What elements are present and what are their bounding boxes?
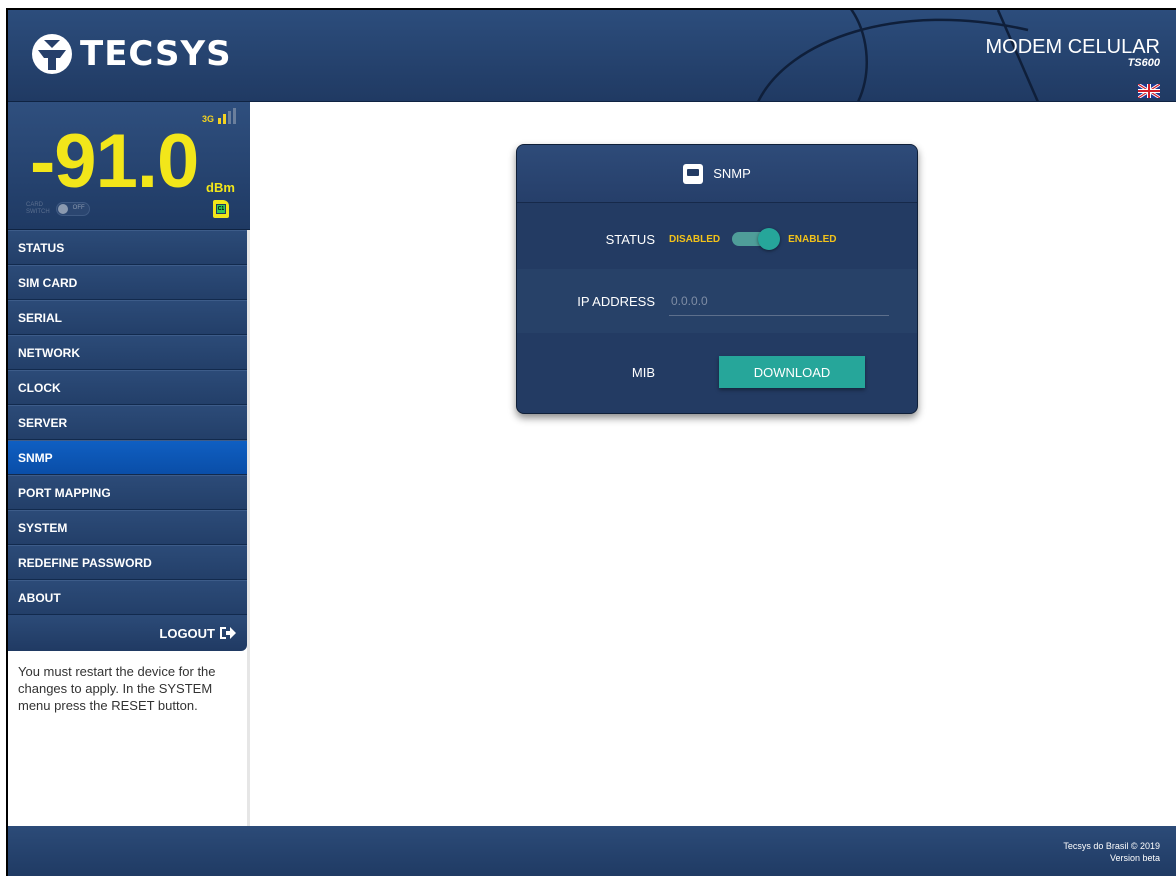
sidebar-item-redefine-password[interactable]: REDEFINE PASSWORD — [8, 545, 247, 580]
sidebar-item-system[interactable]: SYSTEM — [8, 510, 247, 545]
signal-bar — [233, 108, 236, 124]
footer: Tecsys do Brasil © 2019 Version beta — [8, 826, 1176, 876]
sidebar-item-clock[interactable]: CLOCK — [8, 370, 247, 405]
logo: TECSYS — [30, 32, 232, 76]
sidebar-item-network[interactable]: NETWORK — [8, 335, 247, 370]
footer-text: Tecsys do Brasil © 2019 Version beta — [1063, 840, 1160, 864]
sidebar-item-serial[interactable]: SERIAL — [8, 300, 247, 335]
sim-chip: C1 — [216, 204, 226, 214]
signal-bar — [228, 111, 231, 124]
network-signal-icon: 3G — [202, 108, 236, 124]
header: TECSYS MODEM CELULAR TS600 — [8, 10, 1176, 102]
enabled-label: ENABLED — [788, 233, 837, 245]
signal-bar — [218, 118, 221, 124]
status-row: STATUS DISABLED ENABLED — [517, 211, 917, 267]
app-frame: TECSYS MODEM CELULAR TS600 3G -91.0 dBm … — [6, 8, 1176, 876]
logout-button[interactable]: LOGOUT — [8, 615, 247, 651]
card-switch-toggle[interactable]: OFF — [55, 202, 90, 216]
network-port-icon — [683, 163, 704, 184]
card-switch[interactable]: CARD SWITCH OFF — [26, 202, 90, 216]
sidebar-menu: STATUS SIM CARD SERIAL NETWORK CLOCK SER… — [8, 230, 247, 615]
card-switch-label-line2: SWITCH — [26, 209, 50, 215]
signal-bar — [223, 114, 226, 124]
tecsys-logo-icon — [32, 34, 72, 74]
signal-widget: 3G -91.0 dBm CARD SWITCH OFF C1 — [8, 102, 250, 230]
sim-card-icon: C1 — [213, 200, 229, 218]
card-switch-knob — [57, 204, 68, 214]
sidebar-item-status[interactable]: STATUS — [8, 230, 247, 265]
sidebar: 3G -91.0 dBm CARD SWITCH OFF C1 STATUS S… — [8, 102, 250, 876]
mib-label: MIB — [631, 364, 655, 380]
signal-value: -91.0 — [30, 119, 199, 204]
status-toggle-group: DISABLED ENABLED — [669, 228, 837, 250]
copyright: Tecsys do Brasil © 2019 — [1063, 841, 1160, 851]
panel-header: SNMP — [517, 145, 917, 203]
card-switch-label: CARD SWITCH — [26, 202, 50, 216]
snmp-panel: SNMP STATUS DISABLED ENABLED IP ADDRESS … — [516, 144, 918, 414]
sidebar-item-about[interactable]: ABOUT — [8, 580, 247, 615]
ip-address-input[interactable] — [669, 286, 889, 316]
signal-unit: dBm — [206, 180, 235, 195]
ip-address-label: IP ADDRESS — [577, 293, 655, 309]
card-switch-label-line1: CARD — [26, 202, 44, 208]
restart-note: You must restart the device for the chan… — [18, 664, 216, 713]
card-switch-state: OFF — [72, 205, 85, 211]
sidebar-item-snmp[interactable]: SNMP — [8, 440, 247, 475]
status-label: STATUS — [605, 231, 655, 247]
product-name: MODEM CELULAR — [985, 36, 1160, 58]
sidebar-item-port-mapping[interactable]: PORT MAPPING — [8, 475, 247, 510]
sidebar-item-server[interactable]: SERVER — [8, 405, 247, 440]
toggle-knob — [758, 228, 781, 250]
network-type: 3G — [201, 114, 214, 124]
disabled-label: DISABLED — [669, 233, 721, 245]
snmp-enable-toggle[interactable] — [732, 228, 781, 250]
logout-icon — [220, 627, 236, 639]
product-info: MODEM CELULAR TS600 — [986, 36, 1160, 69]
logout-label: LOGOUT — [159, 625, 215, 641]
brand-name: TECSYS — [80, 34, 232, 74]
panel-title: SNMP — [713, 166, 751, 181]
download-button[interactable]: DOWNLOAD — [719, 356, 865, 388]
ip-address-row: IP ADDRESS — [517, 269, 917, 333]
version: Version beta — [1109, 853, 1160, 863]
mib-row: MIB DOWNLOAD — [517, 335, 917, 409]
uk-flag-icon[interactable] — [1138, 84, 1160, 98]
sidebar-item-sim-card[interactable]: SIM CARD — [8, 265, 247, 300]
